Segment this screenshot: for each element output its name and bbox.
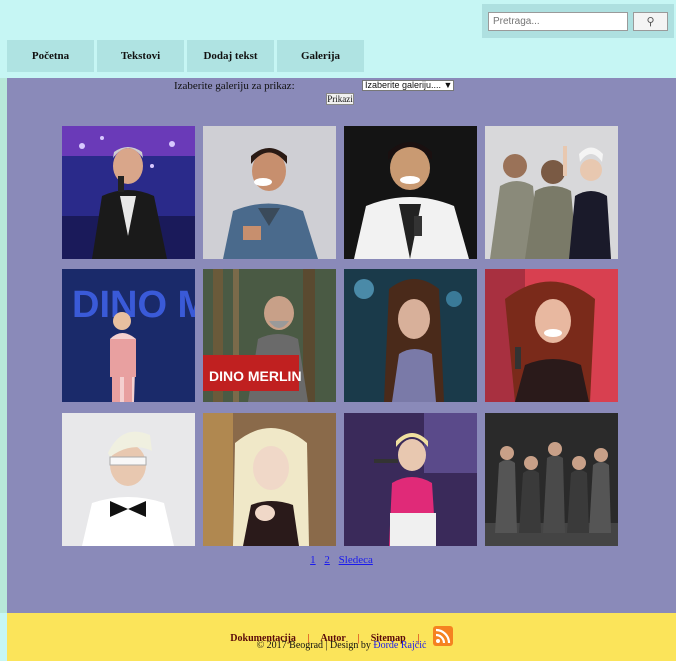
gallery-select-label: Izaberite galeriju za prikaz: [174,80,295,92]
main-content: Izaberite galeriju za prikaz: Izaberite … [7,78,676,613]
gallery-thumbnail[interactable] [344,126,477,259]
nav-item-dodaj-tekst[interactable]: Dodaj tekst [187,40,274,72]
gallery-thumbnail[interactable] [62,413,195,546]
dino-merlin-caption: DINO MERLIN [72,284,195,326]
page-1-link[interactable]: 1 [310,554,316,566]
left-strip [0,78,7,613]
author-link[interactable]: Đorđe Rajčić [373,640,426,651]
show-gallery-button[interactable]: Prikazi [326,93,354,105]
copyright: © 2017 Beograd | Design by Đorđe Rajčić [7,640,676,651]
search-box: ⚲ [482,4,674,38]
gallery-thumbnail[interactable] [485,126,618,259]
gallery-thumbnail[interactable] [203,126,336,259]
copyright-text: © 2017 Beograd | Design by [256,640,371,651]
search-button[interactable]: ⚲ [633,12,668,31]
dino-merlin-caption: DINO MERLIN [209,368,302,384]
gallery-thumbnail[interactable]: DINO MERLIN [203,269,336,402]
gallery-thumbnail[interactable] [203,413,336,546]
nav-item-galerija[interactable]: Galerija [277,40,364,72]
footer: Dokumentacija | Autor | Sitemap | © 2017… [7,613,676,661]
nav-item-tekstovi[interactable]: Tekstovi [97,40,184,72]
search-input[interactable] [488,12,628,31]
next-page-link[interactable]: Sledeca [339,554,373,566]
search-icon: ⚲ [646,15,655,28]
gallery-select[interactable]: Izaberite galeriju.... ▼ [362,80,454,91]
gallery-thumbnail[interactable] [62,126,195,259]
nav-item-pocetna[interactable]: Početna [7,40,94,72]
gallery-thumbnail[interactable] [485,413,618,546]
pagination: 1 2 Sledeca [7,554,676,566]
page-2-link[interactable]: 2 [324,554,330,566]
gallery-thumbnail[interactable] [344,413,477,546]
gallery-thumbnail[interactable] [485,269,618,402]
gallery-thumbnail[interactable]: DINO MERLIN [62,269,195,402]
gallery-thumbnail[interactable] [344,269,477,402]
